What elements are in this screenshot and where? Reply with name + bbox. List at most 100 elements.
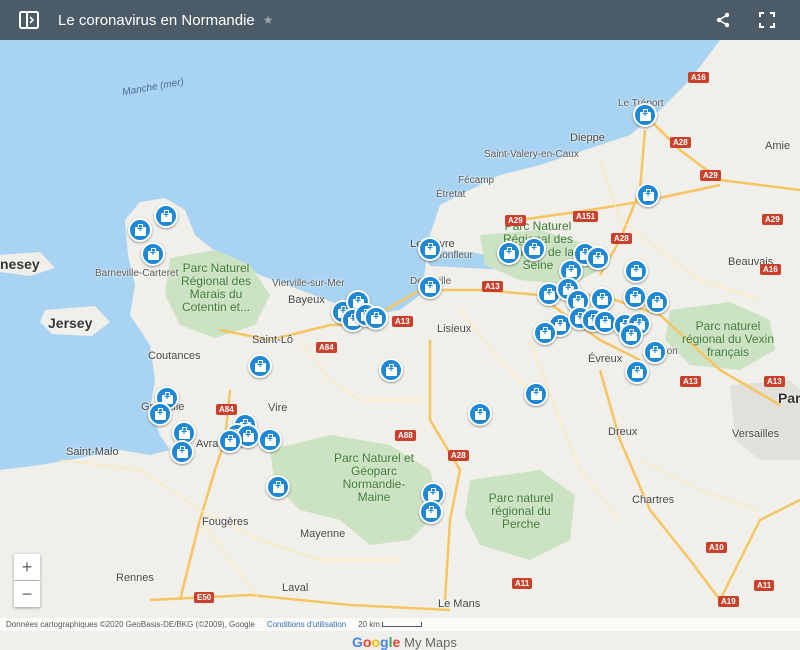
share-icon[interactable] [712,9,734,31]
medical-kit-icon [264,433,276,446]
medical-kit-icon [134,223,146,236]
fullscreen-icon[interactable] [756,9,778,31]
road-shield: A11 [754,580,775,591]
hospital-marker[interactable] [379,358,403,382]
medical-kit-icon [425,505,437,518]
medical-kit-icon [224,434,236,447]
medical-kit-icon [160,209,172,222]
place-amiens: Amie [765,140,791,152]
road-shield: A28 [448,450,469,461]
medical-kit-icon [530,387,542,400]
star-icon[interactable]: ★ [263,13,274,27]
hospital-marker[interactable] [497,241,521,265]
place-fougeres: Fougères [202,516,249,528]
road-shield: A16 [760,264,781,275]
scale-label: 20 km [358,620,423,629]
hospital-marker[interactable] [418,237,442,261]
medical-kit-icon [272,480,284,493]
hospital-marker[interactable] [419,500,443,524]
hospital-marker[interactable] [633,103,657,127]
medical-kit-icon [474,407,486,420]
medical-kit-icon [254,359,266,372]
hospital-marker[interactable] [218,429,242,453]
place-vire: Vire [268,402,288,414]
road-shield: A13 [482,281,503,292]
medical-kit-icon [176,445,188,458]
medical-kit-icon [528,242,540,255]
map-header: Le coronavirus en Normandie ★ [0,0,800,40]
road-shield: A84 [316,342,337,353]
road-shield: A28 [670,137,691,148]
medical-kit-icon [385,363,397,376]
park-cotentin: Parc Naturel Régional des Marais du Cote… [180,261,252,314]
road-shield: A88 [395,430,416,441]
hospital-marker[interactable] [533,321,557,345]
place-fecamp: Fécamp [458,175,495,186]
terms-link[interactable]: Conditions d'utilisation [267,620,346,629]
hospital-marker[interactable] [364,306,388,330]
hospital-marker[interactable] [128,218,152,242]
park-normandie-maine: Parc Naturel et Géoparc Normandie-Maine [333,451,415,504]
hospital-marker[interactable] [645,290,669,314]
place-chartres: Chartres [632,494,675,506]
place-stvalery: Saint-Valery-en-Caux [484,149,579,160]
medical-kit-icon [642,188,654,201]
map-footer: Données cartographiques ©2020 GeoBasis-D… [0,618,800,631]
hospital-marker[interactable] [625,360,649,384]
hospital-marker[interactable] [248,354,272,378]
hospital-marker[interactable] [524,382,548,406]
place-lisieux: Lisieux [437,323,472,335]
medical-kit-icon [651,295,663,308]
medical-kit-icon [242,429,254,442]
road-shield: A16 [688,72,709,83]
road-shield: A13 [392,316,413,327]
hospital-marker[interactable] [522,237,546,261]
medical-kit-icon [370,311,382,324]
medical-kit-icon [543,287,555,300]
hospital-marker[interactable] [623,285,647,309]
place-vierville: Vierville-sur-Mer [272,278,345,289]
place-dieppe: Dieppe [570,132,605,144]
hospital-marker[interactable] [586,246,610,270]
place-dreux: Dreux [608,426,638,438]
road-shield: A13 [764,376,785,387]
zoom-out-button[interactable]: − [14,581,40,607]
place-mayenne: Mayenne [300,528,346,540]
road-shield: A11 [512,578,533,589]
place-laval: Laval [282,582,309,594]
hospital-marker[interactable] [258,428,282,452]
road-shield: E50 [194,592,215,603]
attribution-text: Données cartographiques ©2020 GeoBasis-D… [6,620,255,629]
place-barneville: Barneville-Carteret [95,268,179,279]
road-shield: A151 [573,211,599,222]
park-vexin: Parc naturel régional du Vexin français [681,319,775,359]
zoom-in-button[interactable]: + [14,554,40,580]
hospital-marker[interactable] [418,275,442,299]
medical-kit-icon [629,290,641,303]
hospital-marker[interactable] [148,402,172,426]
road-shield: A29 [505,215,526,226]
place-lemans: Le Mans [438,598,481,610]
road-shield: A13 [680,376,701,387]
hospital-marker[interactable] [154,204,178,228]
place-versailles: Versailles [732,428,780,440]
panel-toggle-icon[interactable] [18,9,40,31]
hospital-marker[interactable] [643,340,667,364]
place-rennes: Rennes [116,572,154,584]
road-shield: A28 [611,233,632,244]
hospital-marker[interactable] [619,323,643,347]
medical-kit-icon [424,242,436,255]
hospital-marker[interactable] [170,440,194,464]
medical-kit-icon [625,328,637,341]
medical-kit-icon [649,345,661,358]
hospital-marker[interactable] [141,242,165,266]
map-canvas[interactable]: nesey Jersey Manche (mer) Le Tréport Die… [0,40,800,650]
place-bayeux: Bayeux [288,294,325,306]
road-shield: A10 [706,542,727,553]
road-shield: A19 [718,596,739,607]
place-evreux: Évreux [588,353,623,365]
hospital-marker[interactable] [266,475,290,499]
hospital-marker[interactable] [624,259,648,283]
hospital-marker[interactable] [468,402,492,426]
hospital-marker[interactable] [636,183,660,207]
